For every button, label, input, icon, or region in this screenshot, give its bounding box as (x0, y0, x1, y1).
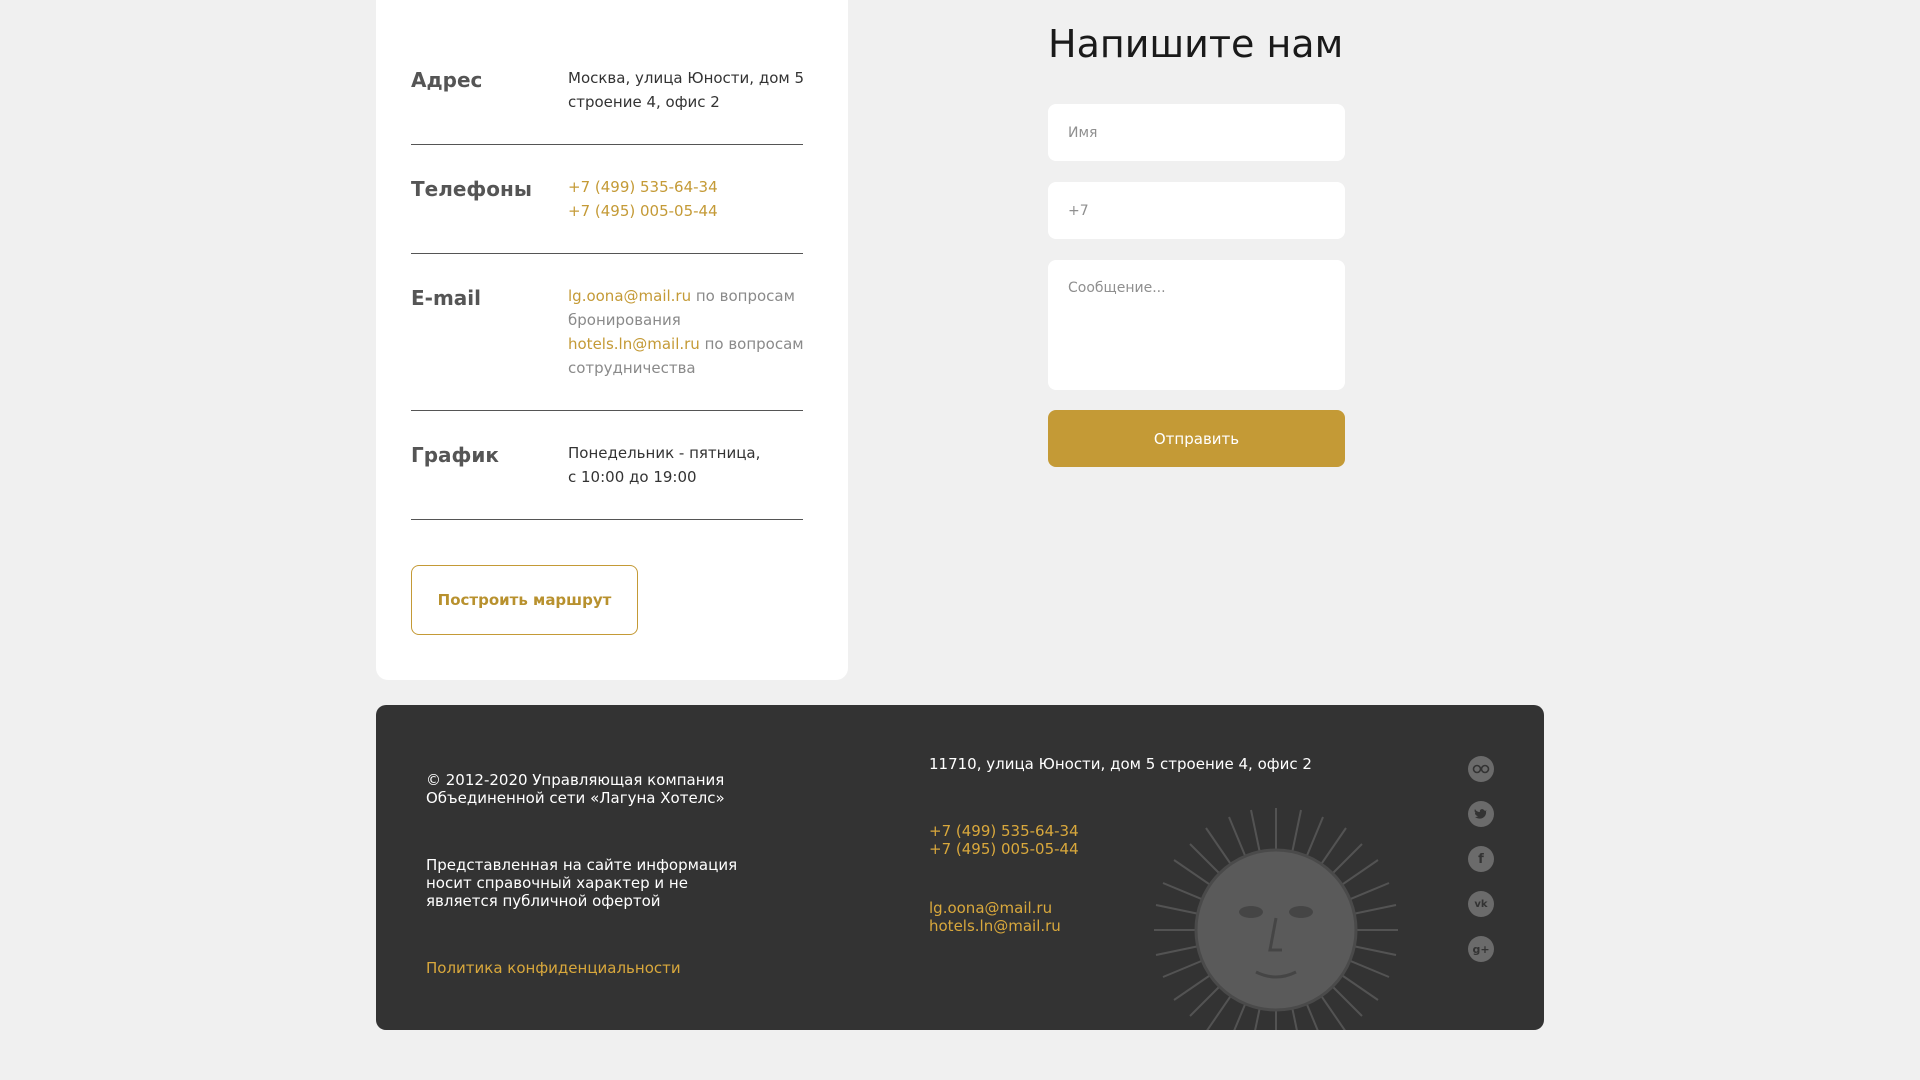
phones-label: Телефоны (411, 177, 532, 201)
google-plus-icon[interactable]: g+ (1468, 936, 1494, 962)
footer-phone-link[interactable]: +7 (495) 005-05-44 (929, 840, 1079, 858)
build-route-button[interactable]: Построить маршрут (411, 565, 638, 635)
copyright: © 2012-2020 Управляющая компания Объедин… (426, 771, 725, 807)
submit-button[interactable]: Отправить (1048, 410, 1345, 467)
phone-link[interactable]: +7 (499) 535-64-34 (568, 175, 808, 199)
privacy-policy-link[interactable]: Политика конфиденциальности (426, 959, 681, 977)
address-label: Адрес (411, 68, 483, 92)
footer: © 2012-2020 Управляющая компания Объедин… (376, 705, 1544, 1030)
footer-address: 11710, улица Юности, дом 5 строение 4, о… (929, 755, 1312, 773)
tripadvisor-icon[interactable] (1468, 756, 1494, 782)
footer-email-link[interactable]: lg.oona@mail.ru (929, 899, 1052, 917)
schedule-label: График (411, 443, 499, 467)
form-title: Напишите нам (1048, 22, 1344, 66)
phone-input[interactable] (1048, 182, 1345, 239)
email-link[interactable]: lg.oona@mail.ru (568, 287, 691, 305)
phone-link[interactable]: +7 (495) 005-05-44 (568, 199, 808, 223)
vk-icon[interactable]: vk (1468, 891, 1494, 917)
schedule-row: График Понедельник - пятница, с 10:00 до… (411, 441, 803, 520)
email-row: E-mail lg.oona@mail.ru по вопросам брони… (411, 284, 804, 411)
footer-phone-link[interactable]: +7 (499) 535-64-34 (929, 822, 1079, 840)
email-label: E-mail (411, 286, 482, 310)
name-input[interactable] (1048, 104, 1345, 161)
twitter-icon[interactable] (1468, 801, 1494, 827)
schedule-value: Понедельник - пятница, с 10:00 до 19:00 (568, 444, 761, 486)
sun-logo-icon (1154, 808, 1398, 1030)
address-row: Адрес Москва, улица Юности, дом 5 строен… (411, 66, 804, 145)
contacts-card: Адрес Москва, улица Юности, дом 5 строен… (376, 0, 848, 680)
message-input[interactable] (1048, 260, 1345, 390)
footer-email-link[interactable]: hotels.ln@mail.ru (929, 917, 1061, 935)
address-value: Москва, улица Юности, дом 5 строение 4, … (568, 69, 805, 111)
phones-value: +7 (499) 535-64-34 +7 (495) 005-05-44 (568, 175, 808, 223)
email-link[interactable]: hotels.ln@mail.ru (568, 335, 700, 353)
facebook-icon[interactable]: f (1468, 846, 1494, 872)
disclaimer: Представленная на сайте информация носит… (426, 856, 738, 910)
email-value: lg.oona@mail.ru по вопросам бронирования… (568, 287, 804, 377)
phones-row: Телефоны +7 (499) 535-64-34 +7 (495) 005… (411, 175, 803, 254)
